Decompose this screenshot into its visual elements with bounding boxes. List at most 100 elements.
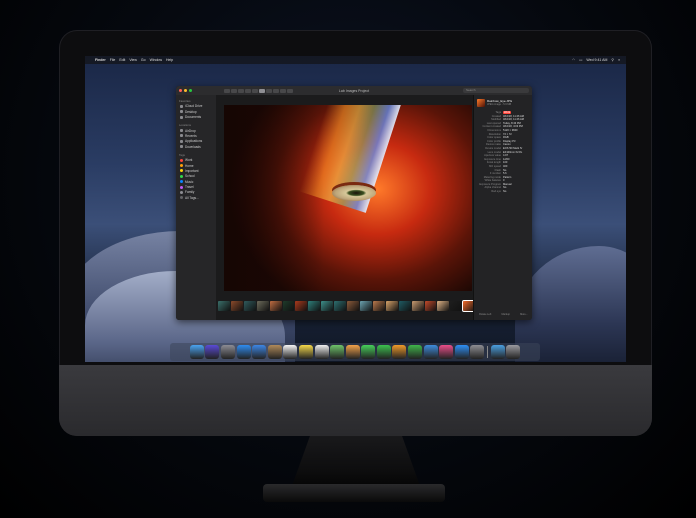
inspector-panel: Rainbow_Eye.JPG JPEG image - 5.6 MB Tags… (473, 95, 532, 320)
filmstrip-thumbnail[interactable] (308, 300, 321, 311)
metadata-key: White balance (484, 179, 501, 183)
notes-icon[interactable] (298, 345, 313, 359)
filmstrip-thumbnail[interactable] (218, 300, 230, 311)
trash-icon[interactable] (506, 345, 521, 359)
more-button[interactable]: More... (520, 313, 528, 316)
metadata-key: Red eye (491, 190, 501, 194)
keynote-icon[interactable] (423, 345, 438, 359)
sidebar-item-tag-school[interactable]: School (180, 174, 216, 178)
sidebar-item-airdrop[interactable]: AirDrop (180, 129, 216, 133)
facetime-icon[interactable] (376, 345, 391, 359)
filmstrip-thumbnail[interactable] (437, 300, 450, 311)
metadata-value: 5120 × 3840 (503, 128, 518, 132)
filmstrip-thumbnail[interactable] (424, 300, 437, 311)
filmstrip-thumbnail[interactable] (230, 300, 243, 311)
metadata-value: RGB (503, 136, 509, 140)
search-input[interactable]: Search (463, 88, 529, 93)
filmstrip-thumbnail[interactable] (295, 300, 308, 311)
metadata-row: Red eye No (474, 190, 532, 193)
sidebar-item-applications[interactable]: Applications (180, 139, 216, 143)
display-icon[interactable]: ▭ (579, 58, 582, 62)
appstore-icon[interactable] (454, 345, 469, 359)
filmstrip-thumbnail[interactable] (243, 300, 256, 311)
tag-dot-icon (180, 174, 183, 178)
metadata-row: Modified 3/10/18, 11:46 AM (474, 118, 532, 121)
sidebar-item-tag-home[interactable]: Home (180, 164, 216, 168)
metadata-row: F number 5.6 (474, 172, 532, 175)
desktop-screen: Finder File Edit View Go Window Help ◠ ▭… (85, 56, 626, 362)
filmstrip-thumbnail[interactable] (385, 300, 398, 311)
sidebar-item-downloads[interactable]: Downloads (180, 145, 216, 149)
gallery-preview-image[interactable] (224, 105, 472, 291)
inspector-file-info: JPEG image - 5.6 MB (487, 103, 512, 106)
calendar-icon[interactable] (283, 345, 298, 359)
metadata-row: Device model EOS 5D Mark IV (474, 147, 532, 150)
filmstrip-thumbnail[interactable] (411, 300, 424, 311)
sidebar-item-recents[interactable]: Recents (180, 134, 216, 138)
metadata-list: Tags Work Created 3/10/18, 11:46 AM Modified… (474, 111, 532, 193)
filmstrip-thumbnail[interactable] (269, 300, 282, 311)
desktop-icon (180, 110, 183, 114)
notification-center-icon[interactable]: ≡ (618, 58, 620, 62)
filmstrip-thumbnail[interactable] (256, 300, 269, 311)
filmstrip-thumbnail[interactable] (450, 300, 463, 311)
menu-window[interactable]: Window (150, 58, 162, 62)
menu-app-name[interactable]: Finder (95, 58, 106, 62)
siri-icon[interactable] (205, 345, 220, 359)
safari-icon[interactable] (236, 345, 251, 359)
menu-view[interactable]: View (129, 58, 137, 62)
photos-icon[interactable] (345, 345, 360, 359)
metadata-value: 0 (503, 179, 505, 183)
preferences-icon[interactable] (470, 345, 485, 359)
metadata-row: Device make Canon (474, 143, 532, 146)
reminders-icon[interactable] (314, 345, 329, 359)
sidebar-item-tag-important[interactable]: Important (180, 169, 216, 173)
sidebar-item-tag-work[interactable]: Work (180, 158, 216, 162)
metadata-row: Dimensions 5120 × 3840 (474, 129, 532, 132)
menu-edit[interactable]: Edit (119, 58, 125, 62)
sidebar-item-tag-travel[interactable]: Travel (180, 185, 216, 189)
wifi-icon[interactable]: ◠ (572, 58, 575, 62)
inspector-quick-actions: Rotate Left Markup More... (474, 313, 532, 316)
metadata-key: Color space (487, 136, 501, 140)
sidebar-item-documents[interactable]: Documents (180, 115, 216, 119)
filmstrip-thumbnail[interactable] (321, 300, 334, 311)
filmstrip-thumbnail[interactable] (347, 300, 359, 311)
sidebar-item-tag-family[interactable]: Family (180, 190, 216, 194)
sidebar-item-desktop[interactable]: Desktop (180, 110, 216, 114)
metadata-value: Pattern (503, 175, 512, 179)
metadata-row: Tags Work (474, 111, 532, 114)
dock (170, 343, 540, 361)
downloads-folder-icon[interactable] (490, 345, 505, 359)
maps-icon[interactable] (330, 345, 345, 359)
filmstrip-thumbnail[interactable] (334, 300, 347, 311)
sidebar-item-tag-music[interactable]: Music (180, 180, 216, 184)
filmstrip-thumbnail[interactable] (398, 300, 411, 311)
rotate-left-button[interactable]: Rotate Left (479, 313, 491, 316)
pages-icon[interactable] (392, 345, 407, 359)
spotlight-icon[interactable]: ⚲ (611, 58, 614, 62)
sidebar-item-icloud-drive[interactable]: iCloud Drive (180, 104, 216, 108)
sidebar-item-all-tags[interactable]: All Tags... (180, 196, 216, 200)
messages-icon[interactable] (361, 345, 376, 359)
metadata-value: Work (503, 111, 512, 114)
menu-clock[interactable]: Wed 9:41 AM (586, 58, 607, 62)
metadata-key: ISO speed (488, 164, 501, 168)
filmstrip-thumbnail[interactable] (282, 300, 295, 311)
menu-go[interactable]: Go (141, 58, 146, 62)
itunes-icon[interactable] (439, 345, 454, 359)
numbers-icon[interactable] (408, 345, 423, 359)
filmstrip-thumbnail[interactable] (359, 300, 372, 311)
metadata-value: EOS 5D Mark IV (503, 146, 523, 150)
metadata-key: Content created (482, 125, 501, 129)
finder-icon[interactable] (189, 345, 204, 359)
metadata-row: Content created 3/10/18, 4:03 PM (474, 125, 532, 128)
markup-button[interactable]: Markup (502, 313, 510, 316)
menu-file[interactable]: File (110, 58, 116, 62)
filmstrip-thumbnail[interactable] (372, 300, 385, 311)
metadata-value: 4.97 (503, 154, 509, 158)
menu-help[interactable]: Help (166, 58, 173, 62)
contacts-icon[interactable] (267, 345, 282, 359)
mail-icon[interactable] (252, 345, 267, 359)
launchpad-icon[interactable] (220, 345, 235, 359)
